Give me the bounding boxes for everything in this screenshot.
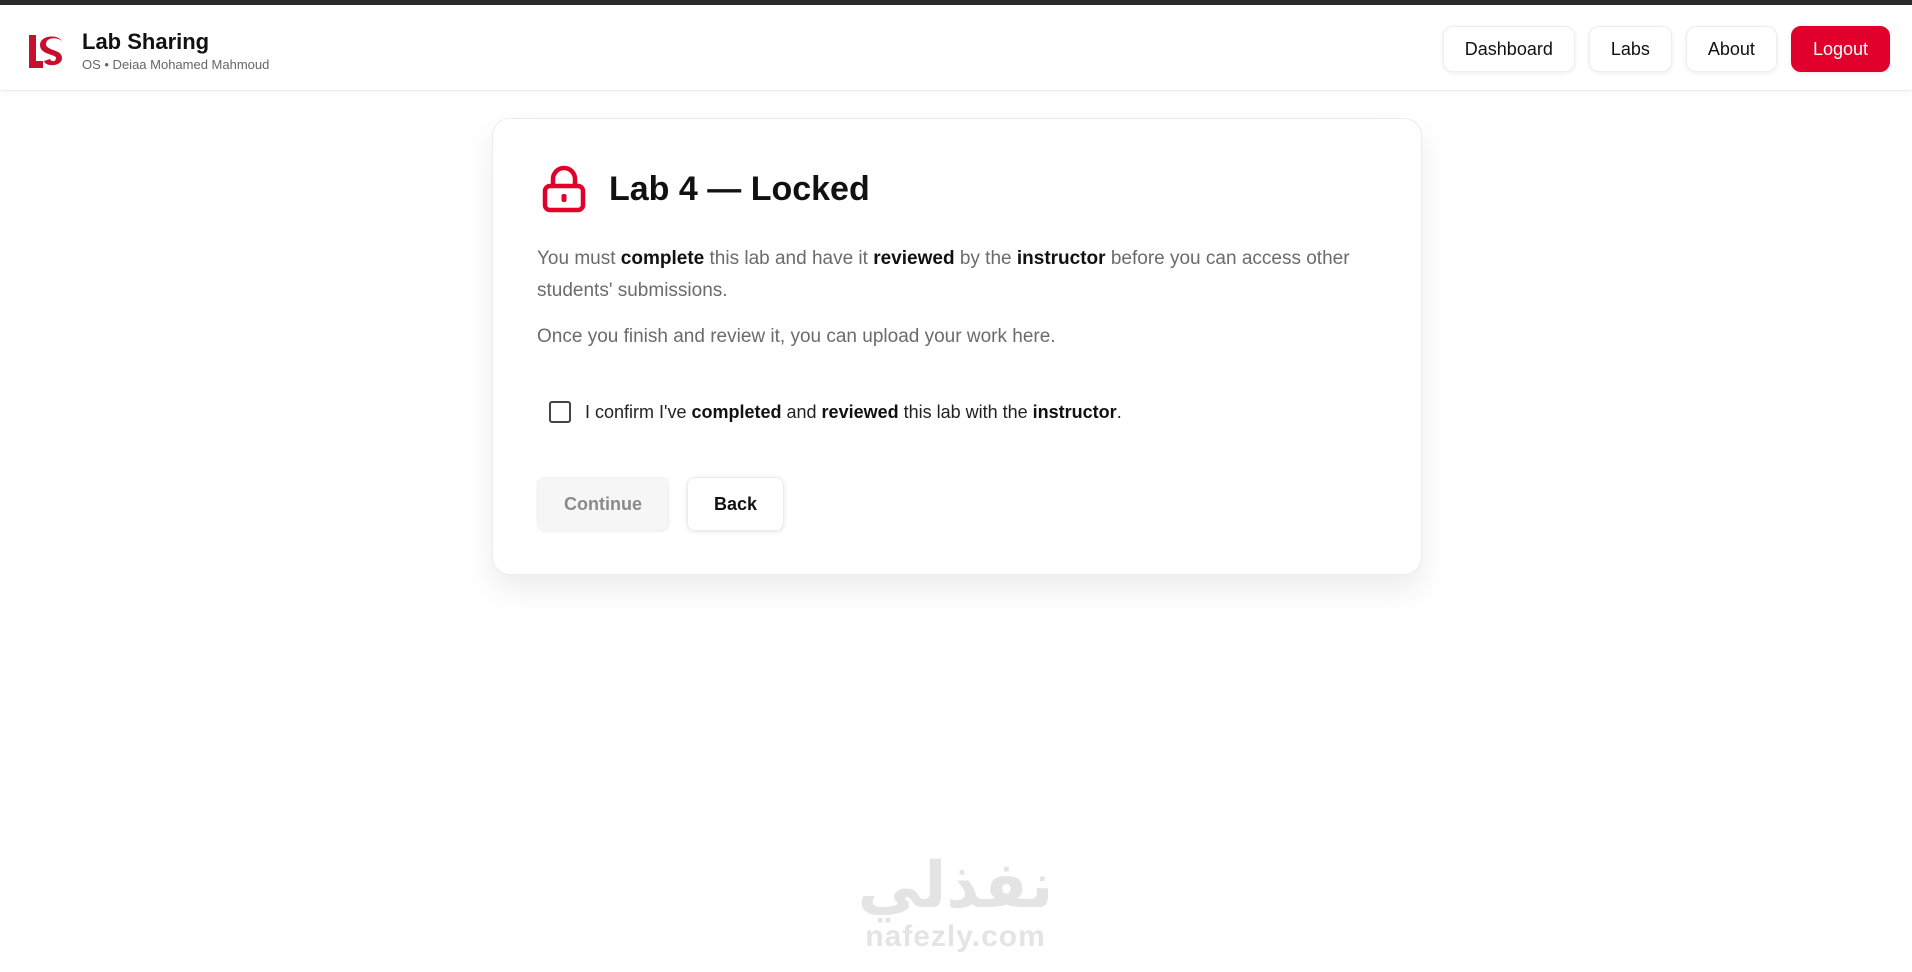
brand[interactable]: Lab Sharing OS • Deiaa Mohamed Mahmoud	[26, 29, 269, 72]
watermark-arabic: نفذلي	[857, 849, 1054, 923]
lock-icon	[542, 165, 586, 213]
confirm-label[interactable]: I confirm I've completed and reviewed th…	[585, 402, 1122, 423]
card-actions: Continue Back	[537, 477, 785, 531]
main-nav: Dashboard Labs About Logout	[1442, 26, 1890, 72]
locked-lab-card: Lab 4 — Locked You must complete this la…	[492, 118, 1422, 575]
watermark-latin: nafezly.com	[865, 920, 1046, 953]
back-button[interactable]: Back	[687, 477, 785, 531]
card-title: Lab 4 — Locked	[609, 169, 870, 208]
app-header: Lab Sharing OS • Deiaa Mohamed Mahmoud D…	[0, 5, 1912, 91]
nav-about-button[interactable]: About	[1685, 26, 1777, 72]
continue-button[interactable]: Continue	[537, 477, 669, 531]
app-title: Lab Sharing	[82, 29, 210, 54]
confirm-row[interactable]: I confirm I've completed and reviewed th…	[549, 401, 1122, 423]
nav-labs-button[interactable]: Labs	[1588, 26, 1672, 72]
nav-dashboard-button[interactable]: Dashboard	[1442, 26, 1575, 72]
card-header: Lab 4 — Locked	[541, 165, 870, 213]
lock-explanation: You must complete this lab and have it r…	[537, 248, 1350, 301]
app-subtitle: OS • Deiaa Mohamed Mahmoud	[82, 57, 270, 72]
ls-logo-icon	[29, 34, 62, 68]
watermark-logo: نفذلي nafezly.com	[848, 854, 1063, 954]
upload-hint: Once you finish and review it, you can u…	[537, 326, 1056, 347]
confirm-checkbox[interactable]	[549, 401, 571, 423]
logout-button[interactable]: Logout	[1790, 26, 1890, 72]
